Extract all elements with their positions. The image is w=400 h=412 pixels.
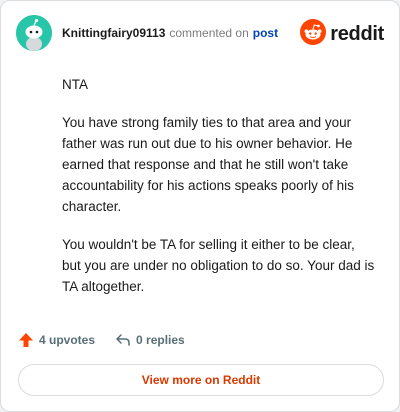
comment-header: Knittingfairy09113 commented on post reddi… [16, 15, 384, 55]
view-more-button[interactable]: View more on Reddit [18, 364, 384, 396]
comment-byline: Knittingfairy09113 commented on post [62, 26, 278, 40]
post-link[interactable]: post [253, 26, 278, 40]
reddit-brand[interactable]: reddit [300, 18, 384, 50]
comment-body: NTA You have strong family ties to that … [62, 74, 377, 314]
snoo-avatar-icon[interactable] [16, 15, 52, 51]
reddit-wordmark: reddit [330, 22, 384, 45]
comment-author[interactable]: Knittingfairy09113 [62, 26, 165, 40]
reply-arrow-icon [116, 334, 130, 346]
upvote-arrow-icon [19, 333, 33, 347]
reply-count: 0 replies [136, 333, 185, 347]
comment-embed-card: Knittingfairy09113 commented on post reddi… [0, 0, 400, 412]
upvote-count: 4 upvotes [39, 333, 96, 347]
upvote-button[interactable]: 4 upvotes [18, 332, 95, 348]
comment-paragraph: NTA [62, 77, 88, 92]
comment-paragraph: You have strong family ties to that area… [62, 115, 354, 214]
comment-paragraph: You wouldn't be TA for selling it either… [62, 237, 375, 294]
comment-action-text: commented on [169, 26, 249, 40]
reddit-logo-icon [300, 18, 327, 50]
comment-actions: 4 upvotes 0 replies [18, 330, 185, 350]
reply-button[interactable]: 0 replies [115, 332, 185, 348]
